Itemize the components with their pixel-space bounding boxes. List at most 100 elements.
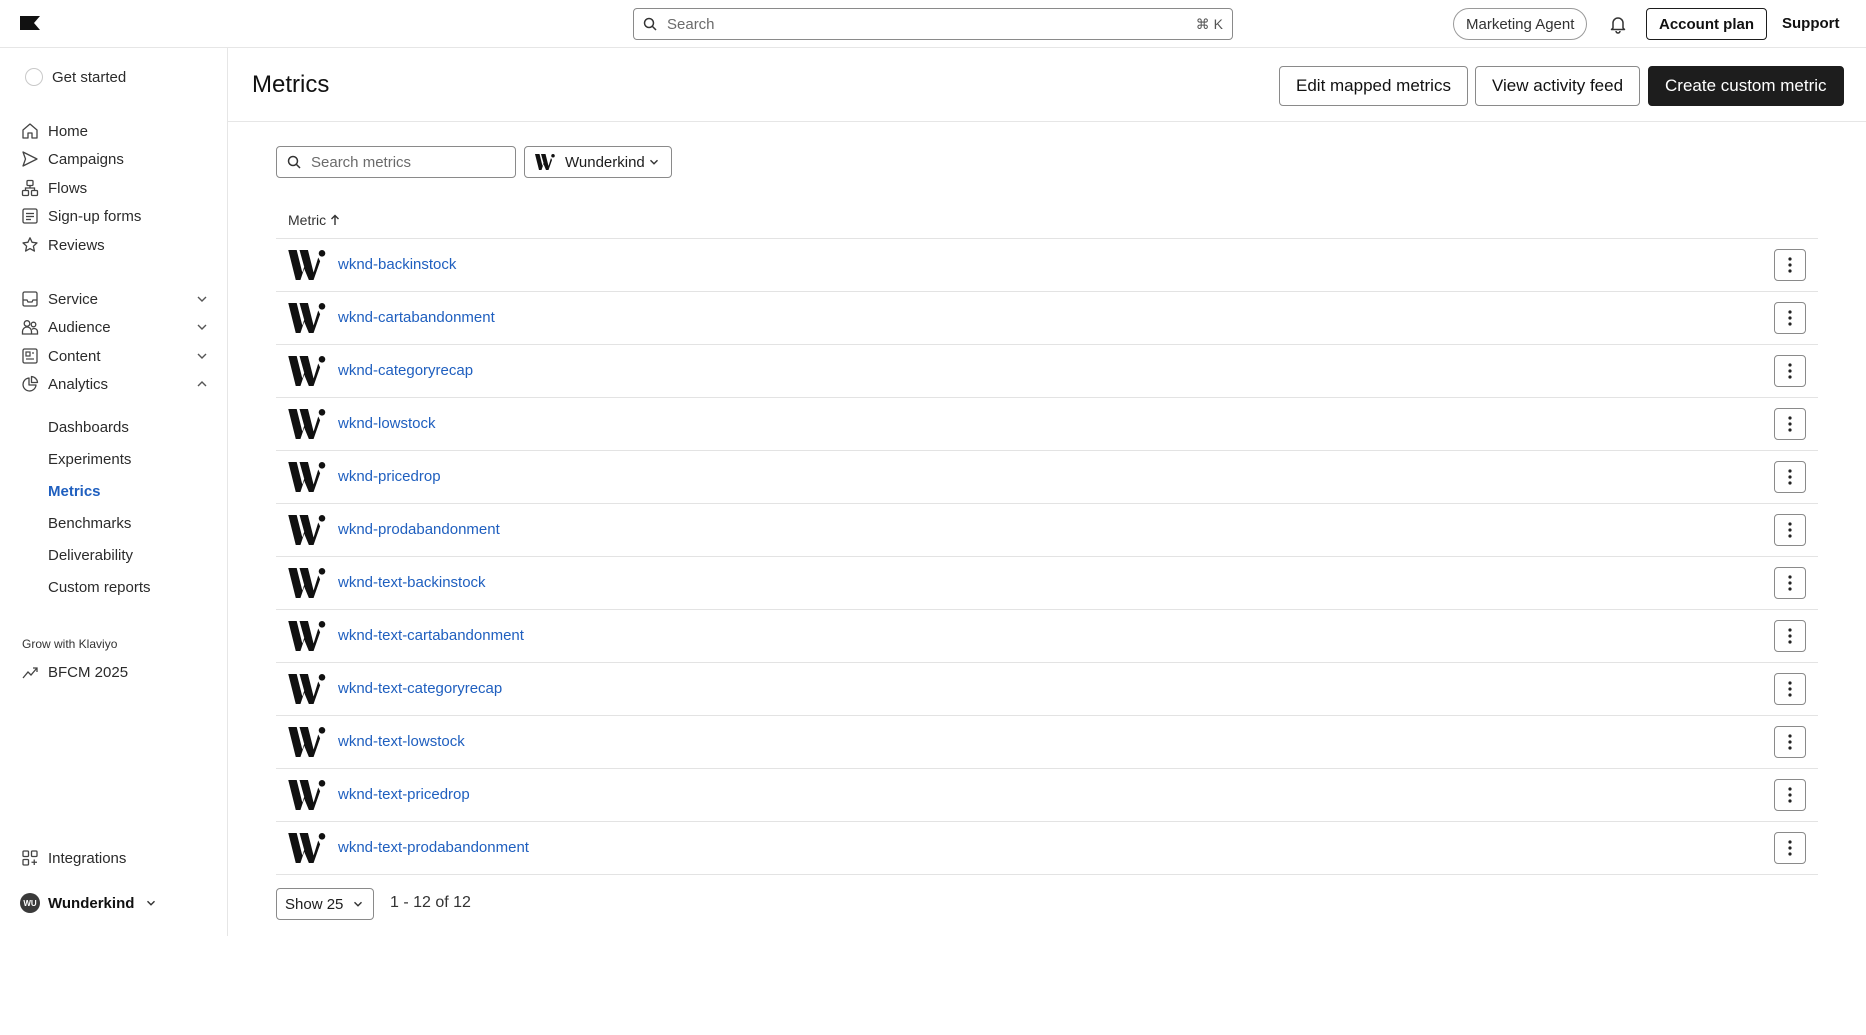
wunderkind-logo-icon bbox=[288, 409, 326, 439]
top-bar: Search ⌘ K Marketing Agent Account plan … bbox=[0, 0, 1866, 48]
global-search-placeholder: Search bbox=[667, 15, 715, 33]
sidebar-item-home[interactable]: Home bbox=[20, 119, 210, 143]
sidebar-item-campaigns[interactable]: Campaigns bbox=[20, 147, 210, 171]
more-vertical-icon bbox=[1788, 522, 1792, 538]
table-row: wknd-text-pricedrop bbox=[276, 769, 1818, 822]
metric-column-header[interactable]: Metric bbox=[288, 212, 340, 228]
sidebar-subitem-dashboards[interactable]: Dashboards bbox=[48, 419, 129, 436]
table-row: wknd-text-categoryrecap bbox=[276, 663, 1818, 716]
support-link[interactable]: Support bbox=[1782, 15, 1840, 32]
metric-name-link[interactable]: wknd-text-cartabandonment bbox=[338, 627, 524, 644]
table-row: wknd-categoryrecap bbox=[276, 345, 1818, 398]
wunderkind-logo-icon bbox=[288, 674, 326, 704]
metric-column-label: Metric bbox=[288, 212, 327, 228]
wunderkind-logo-icon bbox=[288, 356, 326, 386]
sidebar-subitem-deliverability[interactable]: Deliverability bbox=[48, 547, 133, 564]
flows-icon bbox=[20, 178, 40, 198]
wunderkind-logo-icon bbox=[288, 515, 326, 545]
account-switcher[interactable]: WU Wunderkind bbox=[20, 891, 210, 915]
wunderkind-logo-icon bbox=[288, 780, 326, 810]
sidebar-subitem-benchmarks[interactable]: Benchmarks bbox=[48, 515, 131, 532]
row-actions-button[interactable] bbox=[1774, 779, 1806, 811]
sidebar-subitem-metrics[interactable]: Metrics bbox=[48, 483, 101, 500]
row-actions-button[interactable] bbox=[1774, 355, 1806, 387]
metric-name-link[interactable]: wknd-cartabandonment bbox=[338, 309, 495, 326]
metric-name-link[interactable]: wknd-text-pricedrop bbox=[338, 786, 470, 803]
row-actions-button[interactable] bbox=[1774, 673, 1806, 705]
table-row: wknd-text-cartabandonment bbox=[276, 610, 1818, 663]
wunderkind-logo-icon bbox=[288, 727, 326, 757]
metric-name-link[interactable]: wknd-text-categoryrecap bbox=[338, 680, 502, 697]
more-vertical-icon bbox=[1788, 310, 1792, 326]
create-custom-metric-button[interactable]: Create custom metric bbox=[1648, 66, 1844, 106]
sidebar-item-label: Flows bbox=[48, 179, 88, 197]
row-actions-button[interactable] bbox=[1774, 408, 1806, 440]
metric-name-link[interactable]: wknd-categoryrecap bbox=[338, 362, 473, 379]
sidebar-item-label: BFCM 2025 bbox=[48, 663, 129, 681]
sidebar-item-label: Content bbox=[48, 347, 101, 365]
row-actions-button[interactable] bbox=[1774, 461, 1806, 493]
metric-name-link[interactable]: wknd-text-lowstock bbox=[338, 733, 465, 750]
sidebar-item-analytics[interactable]: Analytics bbox=[20, 372, 210, 396]
table-row: wknd-text-lowstock bbox=[276, 716, 1818, 769]
edit-mapped-metrics-button[interactable]: Edit mapped metrics bbox=[1279, 66, 1468, 106]
page-header: Metrics Edit mapped metrics View activit… bbox=[228, 48, 1866, 122]
sidebar-item-flows[interactable]: Flows bbox=[20, 176, 210, 200]
sidebar-item-audience[interactable]: Audience bbox=[20, 315, 210, 339]
sidebar-item-signup-forms[interactable]: Sign-up forms bbox=[20, 204, 210, 228]
klaviyo-logo-icon[interactable] bbox=[20, 16, 40, 30]
wunderkind-logo-icon bbox=[288, 250, 326, 280]
account-name: Wunderkind bbox=[48, 894, 135, 912]
more-vertical-icon bbox=[1788, 734, 1792, 750]
sidebar-item-label: Service bbox=[48, 290, 99, 308]
global-search-input[interactable]: Search ⌘ K bbox=[633, 8, 1233, 40]
sidebar-item-reviews[interactable]: Reviews bbox=[20, 233, 210, 257]
sidebar: Get started Home Campaigns Flows Sign-up… bbox=[0, 48, 228, 936]
marketing-agent-button[interactable]: Marketing Agent bbox=[1453, 8, 1588, 40]
row-actions-button[interactable] bbox=[1774, 832, 1806, 864]
row-actions-button[interactable] bbox=[1774, 302, 1806, 334]
sidebar-item-integrations[interactable]: Integrations bbox=[20, 846, 210, 870]
page-size-select[interactable]: Show 25 bbox=[276, 888, 374, 920]
chevron-down-icon bbox=[354, 901, 362, 907]
more-vertical-icon bbox=[1788, 787, 1792, 803]
sidebar-item-label: Audience bbox=[48, 318, 111, 336]
metric-name-link[interactable]: wknd-text-backinstock bbox=[338, 574, 486, 591]
table-row: wknd-prodabandonment bbox=[276, 504, 1818, 557]
more-vertical-icon bbox=[1788, 681, 1792, 697]
sidebar-item-label: Integrations bbox=[48, 849, 127, 867]
row-actions-button[interactable] bbox=[1774, 567, 1806, 599]
view-activity-feed-button[interactable]: View activity feed bbox=[1475, 66, 1641, 106]
sidebar-item-content[interactable]: Content bbox=[20, 344, 210, 368]
metric-name-link[interactable]: wknd-text-prodabandonment bbox=[338, 839, 529, 856]
integration-filter-label: Wunderkind bbox=[565, 153, 645, 171]
row-actions-button[interactable] bbox=[1774, 249, 1806, 281]
wunderkind-logo-icon bbox=[288, 833, 326, 863]
metric-name-link[interactable]: wknd-backinstock bbox=[338, 256, 456, 273]
home-icon bbox=[20, 121, 40, 141]
trend-up-icon bbox=[20, 662, 40, 682]
metric-name-link[interactable]: wknd-pricedrop bbox=[338, 468, 441, 485]
metric-name-link[interactable]: wknd-prodabandonment bbox=[338, 521, 500, 538]
row-actions-button[interactable] bbox=[1774, 726, 1806, 758]
bell-icon[interactable] bbox=[1608, 14, 1628, 34]
sidebar-item-bfcm[interactable]: BFCM 2025 bbox=[20, 660, 210, 684]
metric-search-input[interactable]: Search metrics bbox=[276, 146, 516, 178]
sidebar-subitem-custom-reports[interactable]: Custom reports bbox=[48, 579, 151, 596]
search-icon bbox=[287, 155, 301, 169]
get-started-item[interactable]: Get started bbox=[24, 65, 214, 89]
inbox-icon bbox=[20, 289, 40, 309]
table-row: wknd-pricedrop bbox=[276, 451, 1818, 504]
more-vertical-icon bbox=[1788, 416, 1792, 432]
more-vertical-icon bbox=[1788, 257, 1792, 273]
sidebar-item-service[interactable]: Service bbox=[20, 287, 210, 311]
row-actions-button[interactable] bbox=[1774, 514, 1806, 546]
metric-name-link[interactable]: wknd-lowstock bbox=[338, 415, 436, 432]
chevron-down-icon bbox=[650, 159, 658, 165]
more-vertical-icon bbox=[1788, 628, 1792, 644]
integration-filter-dropdown[interactable]: Wunderkind bbox=[524, 146, 672, 178]
sidebar-subitem-experiments[interactable]: Experiments bbox=[48, 451, 131, 468]
account-plan-button[interactable]: Account plan bbox=[1646, 8, 1768, 40]
row-actions-button[interactable] bbox=[1774, 620, 1806, 652]
content-icon bbox=[20, 346, 40, 366]
